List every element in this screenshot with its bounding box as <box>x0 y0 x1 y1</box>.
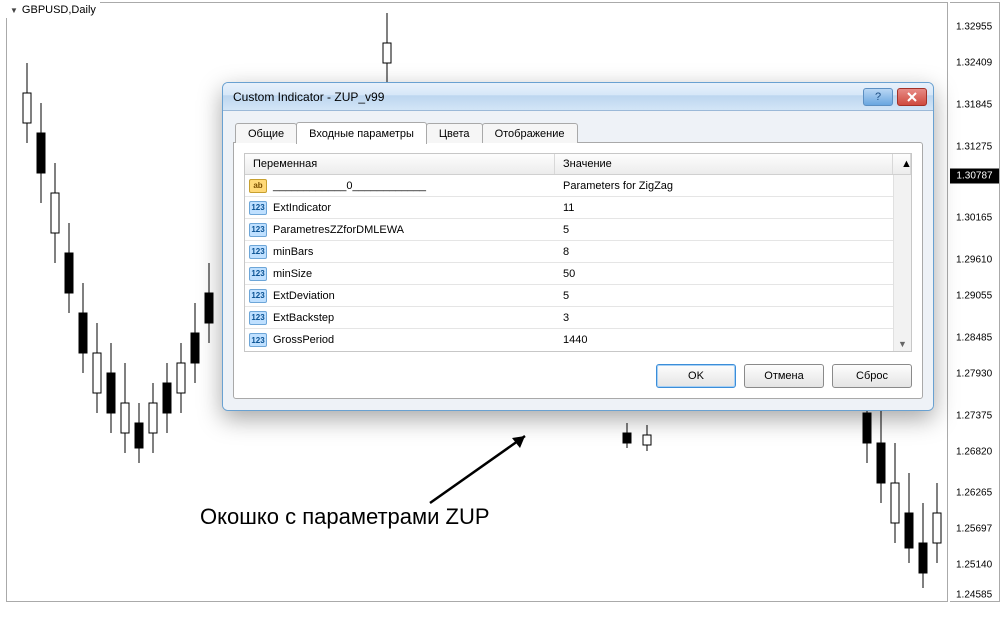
help-button[interactable]: ? <box>863 88 893 106</box>
param-value[interactable]: 5 <box>555 224 893 236</box>
param-row[interactable]: 123 GrossPeriod 1440 <box>245 329 893 351</box>
ok-button[interactable]: OK <box>656 364 736 388</box>
type-string-icon: ab <box>249 179 267 193</box>
price-tick: 1.26265 <box>956 488 992 499</box>
column-variable[interactable]: Переменная <box>245 154 555 174</box>
price-tick: 1.27375 <box>956 410 992 421</box>
type-number-icon: 123 <box>249 289 267 303</box>
price-tick: 1.28485 <box>956 332 992 343</box>
param-name: ExtBackstep <box>271 312 555 324</box>
param-row[interactable]: 123 minBars 8 <box>245 241 893 263</box>
price-tick: 1.29055 <box>956 291 992 302</box>
tab-visualization[interactable]: Отображение <box>482 123 578 143</box>
price-tick: 1.30165 <box>956 213 992 224</box>
close-icon <box>906 92 918 102</box>
tab-general[interactable]: Общие <box>235 123 297 143</box>
param-row[interactable]: 123 ExtIndicator 11 <box>245 197 893 219</box>
dialog-button-row: OK Отмена Сброс <box>244 364 912 388</box>
tab-inputs[interactable]: Входные параметры <box>296 122 427 144</box>
chart-symbol-label: ▼ GBPUSD,Daily <box>6 2 100 18</box>
type-number-icon: 123 <box>249 245 267 259</box>
parameters-header: Переменная Значение ▲ <box>245 154 911 175</box>
price-tick: 1.24585 <box>956 590 992 601</box>
param-name: ExtIndicator <box>271 202 555 214</box>
param-name: GrossPeriod <box>271 334 555 346</box>
type-number-icon: 123 <box>249 311 267 325</box>
annotation-caption: Окошко с параметрами ZUP <box>200 504 490 530</box>
reset-button[interactable]: Сброс <box>832 364 912 388</box>
type-number-icon: 123 <box>249 267 267 281</box>
scroll-down-icon[interactable]: ▼ <box>898 339 907 349</box>
dialog-titlebar[interactable]: Custom Indicator - ZUP_v99 ? <box>223 83 933 111</box>
cancel-button[interactable]: Отмена <box>744 364 824 388</box>
param-row[interactable]: 123 ExtBackstep 3 <box>245 307 893 329</box>
param-value[interactable]: 5 <box>555 290 893 302</box>
price-tick: 1.26820 <box>956 446 992 457</box>
param-value[interactable]: 8 <box>555 246 893 258</box>
close-button[interactable] <box>897 88 927 106</box>
tab-colors[interactable]: Цвета <box>426 123 483 143</box>
param-row[interactable]: 123 ParametresZZforDMLEWA 5 <box>245 219 893 241</box>
param-value[interactable]: 3 <box>555 312 893 324</box>
param-value[interactable]: Parameters for ZigZag <box>555 180 893 192</box>
tabstrip: Общие Входные параметры Цвета Отображени… <box>235 119 923 143</box>
chevron-down-icon: ▼ <box>10 6 18 15</box>
type-number-icon: 123 <box>249 223 267 237</box>
price-tick: 1.29610 <box>956 255 992 266</box>
indicator-settings-dialog: Custom Indicator - ZUP_v99 ? Общие Входн… <box>222 82 934 411</box>
param-value[interactable]: 1440 <box>555 334 893 346</box>
param-name: ExtDeviation <box>271 290 555 302</box>
parameters-rows: ab ____________0____________ Parameters … <box>245 175 893 351</box>
price-tick-current: 1.30787 <box>950 169 999 184</box>
price-scale: 1.32955 1.32409 1.31845 1.31275 1.30787 … <box>950 2 1000 602</box>
param-row[interactable]: 123 ExtDeviation 5 <box>245 285 893 307</box>
price-tick: 1.25140 <box>956 560 992 571</box>
param-name: minSize <box>271 268 555 280</box>
type-number-icon: 123 <box>249 333 267 347</box>
parameters-table: Переменная Значение ▲ ab ____________0__… <box>244 153 912 352</box>
dialog-title: Custom Indicator - ZUP_v99 <box>229 90 859 104</box>
chart-symbol-text: GBPUSD,Daily <box>22 4 96 16</box>
column-value[interactable]: Значение <box>555 154 893 174</box>
price-tick: 1.31275 <box>956 141 992 152</box>
param-value[interactable]: 11 <box>555 202 893 214</box>
scrollbar[interactable]: ▼ <box>893 175 911 351</box>
tab-content: Переменная Значение ▲ ab ____________0__… <box>233 142 923 399</box>
price-tick: 1.27930 <box>956 368 992 379</box>
param-name: minBars <box>271 246 555 258</box>
type-number-icon: 123 <box>249 201 267 215</box>
param-name: ParametresZZforDMLEWA <box>271 224 555 236</box>
price-tick: 1.25697 <box>956 524 992 535</box>
param-name: ____________0____________ <box>271 180 555 192</box>
price-tick: 1.32955 <box>956 21 992 32</box>
scroll-header: ▲ <box>893 154 911 174</box>
param-row[interactable]: 123 minSize 50 <box>245 263 893 285</box>
param-value[interactable]: 50 <box>555 268 893 280</box>
price-tick: 1.32409 <box>956 57 992 68</box>
price-tick: 1.31845 <box>956 99 992 110</box>
param-row[interactable]: ab ____________0____________ Parameters … <box>245 175 893 197</box>
